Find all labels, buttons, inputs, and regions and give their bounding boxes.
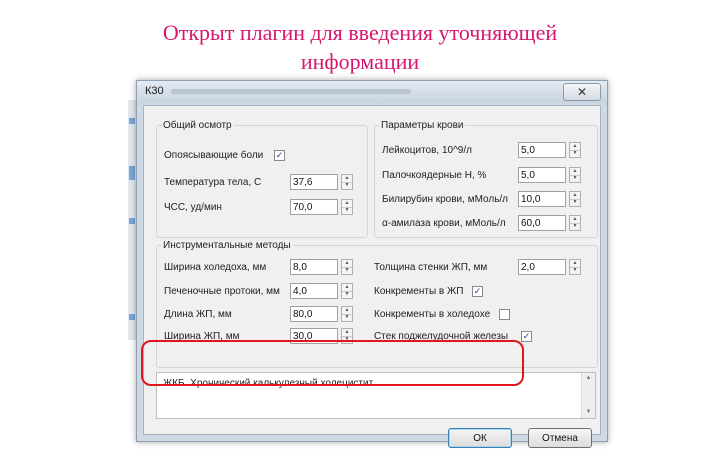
spin-down-icon[interactable]: ▼ bbox=[570, 223, 580, 230]
spin-down-icon[interactable]: ▼ bbox=[570, 150, 580, 157]
stones-gb-label: Конкременты в ЖП bbox=[374, 286, 464, 297]
dialog-title-blurred bbox=[171, 89, 411, 94]
spin-down-icon[interactable]: ▼ bbox=[570, 267, 580, 274]
dialog-titlebar[interactable]: К30 ✕ bbox=[137, 81, 607, 103]
gb-length-label: Длина ЖП, мм bbox=[164, 309, 232, 320]
dialog-title: К30 bbox=[145, 85, 164, 97]
k30-dialog: К30 ✕ Общий осмотр Опоясывающие боли ✓ Т… bbox=[136, 80, 608, 448]
bilirubin-input[interactable] bbox=[518, 191, 566, 207]
stones-choledoch-checkbox[interactable] bbox=[499, 309, 510, 320]
highlight-annotation bbox=[141, 340, 524, 386]
strip-marker bbox=[129, 218, 135, 224]
stones-gb-checkbox[interactable]: ✓ bbox=[472, 286, 483, 297]
blood-params-legend: Параметры крови bbox=[381, 120, 464, 131]
amylase-label: α-амилаза крови, мМоль/л bbox=[382, 218, 506, 229]
cancel-button[interactable]: Отмена bbox=[528, 428, 592, 448]
leukocytes-input[interactable] bbox=[518, 142, 566, 158]
gb-wall-input[interactable] bbox=[518, 259, 566, 275]
slide-title: Открыт плагин для введения уточняющей ин… bbox=[0, 18, 720, 76]
spin-down-icon[interactable]: ▼ bbox=[570, 175, 580, 182]
close-button[interactable]: ✕ bbox=[563, 83, 601, 101]
background-window-strip bbox=[128, 100, 136, 340]
amylase-input[interactable] bbox=[518, 215, 566, 231]
spin-down-icon[interactable]: ▼ bbox=[342, 182, 352, 189]
pancreas-edema-checkbox[interactable]: ✓ bbox=[521, 331, 532, 342]
pain-label: Опоясывающие боли bbox=[164, 150, 264, 161]
bilirubin-spin-arrows[interactable]: ▲ ▼ bbox=[569, 191, 581, 207]
choledoch-width-spin-arrows[interactable]: ▲ ▼ bbox=[341, 259, 353, 275]
slide-title-line-2: информации bbox=[300, 49, 420, 74]
instrumental-methods-legend: Инструментальные методы bbox=[163, 240, 291, 251]
gb-wall-spin-arrows[interactable]: ▲ ▼ bbox=[569, 259, 581, 275]
spin-down-icon[interactable]: ▼ bbox=[342, 207, 352, 214]
choledoch-width-input[interactable] bbox=[290, 259, 338, 275]
leukocytes-label: Лейкоцитов, 10^9/л bbox=[382, 145, 472, 156]
heart-rate-label: ЧСС, уд/мин bbox=[164, 202, 222, 213]
spin-down-icon[interactable]: ▼ bbox=[342, 291, 352, 298]
amylase-spin-arrows[interactable]: ▲ ▼ bbox=[569, 215, 581, 231]
strip-marker bbox=[129, 166, 135, 180]
leukocytes-spin-arrows[interactable]: ▲ ▼ bbox=[569, 142, 581, 158]
temperature-label: Температура тела, С bbox=[164, 177, 262, 188]
hepatic-ducts-input[interactable] bbox=[290, 283, 338, 299]
gb-wall-label: Толщина стенки ЖП, мм bbox=[374, 262, 488, 273]
strip-marker bbox=[129, 118, 135, 124]
band-neutrophils-spin-arrows[interactable]: ▲ ▼ bbox=[569, 167, 581, 183]
strip-marker bbox=[129, 314, 135, 320]
scroll-down-icon[interactable]: ▼ bbox=[582, 407, 595, 418]
stones-choledoch-label: Конкременты в холедохе bbox=[374, 309, 491, 320]
spin-down-icon[interactable]: ▼ bbox=[342, 267, 352, 274]
hepatic-ducts-label: Печеночные протоки, мм bbox=[164, 286, 280, 297]
bilirubin-label: Билирубин крови, мМоль/л bbox=[382, 194, 509, 205]
temperature-input[interactable] bbox=[290, 174, 338, 190]
band-neutrophils-label: Палочкоядерные Н, % bbox=[382, 170, 487, 181]
band-neutrophils-input[interactable] bbox=[518, 167, 566, 183]
slide-title-line-1: Открыт плагин для введения уточняющей bbox=[162, 20, 558, 45]
close-icon: ✕ bbox=[576, 85, 588, 99]
heart-rate-spin-arrows[interactable]: ▲ ▼ bbox=[341, 199, 353, 215]
temperature-spin-arrows[interactable]: ▲ ▼ bbox=[341, 174, 353, 190]
spin-down-icon[interactable]: ▼ bbox=[342, 314, 352, 321]
gb-length-input[interactable] bbox=[290, 306, 338, 322]
spin-down-icon[interactable]: ▼ bbox=[570, 199, 580, 206]
heart-rate-input[interactable] bbox=[290, 199, 338, 215]
diagnosis-scrollbar[interactable]: ▲ ▼ bbox=[581, 373, 595, 418]
scroll-up-icon[interactable]: ▲ bbox=[582, 373, 595, 384]
choledoch-width-label: Ширина холедоха, мм bbox=[164, 262, 267, 273]
gb-length-spin-arrows[interactable]: ▲ ▼ bbox=[341, 306, 353, 322]
ok-button[interactable]: ОК bbox=[448, 428, 512, 448]
hepatic-ducts-spin-arrows[interactable]: ▲ ▼ bbox=[341, 283, 353, 299]
pain-checkbox[interactable]: ✓ bbox=[274, 150, 285, 161]
general-exam-legend: Общий осмотр bbox=[163, 120, 232, 131]
